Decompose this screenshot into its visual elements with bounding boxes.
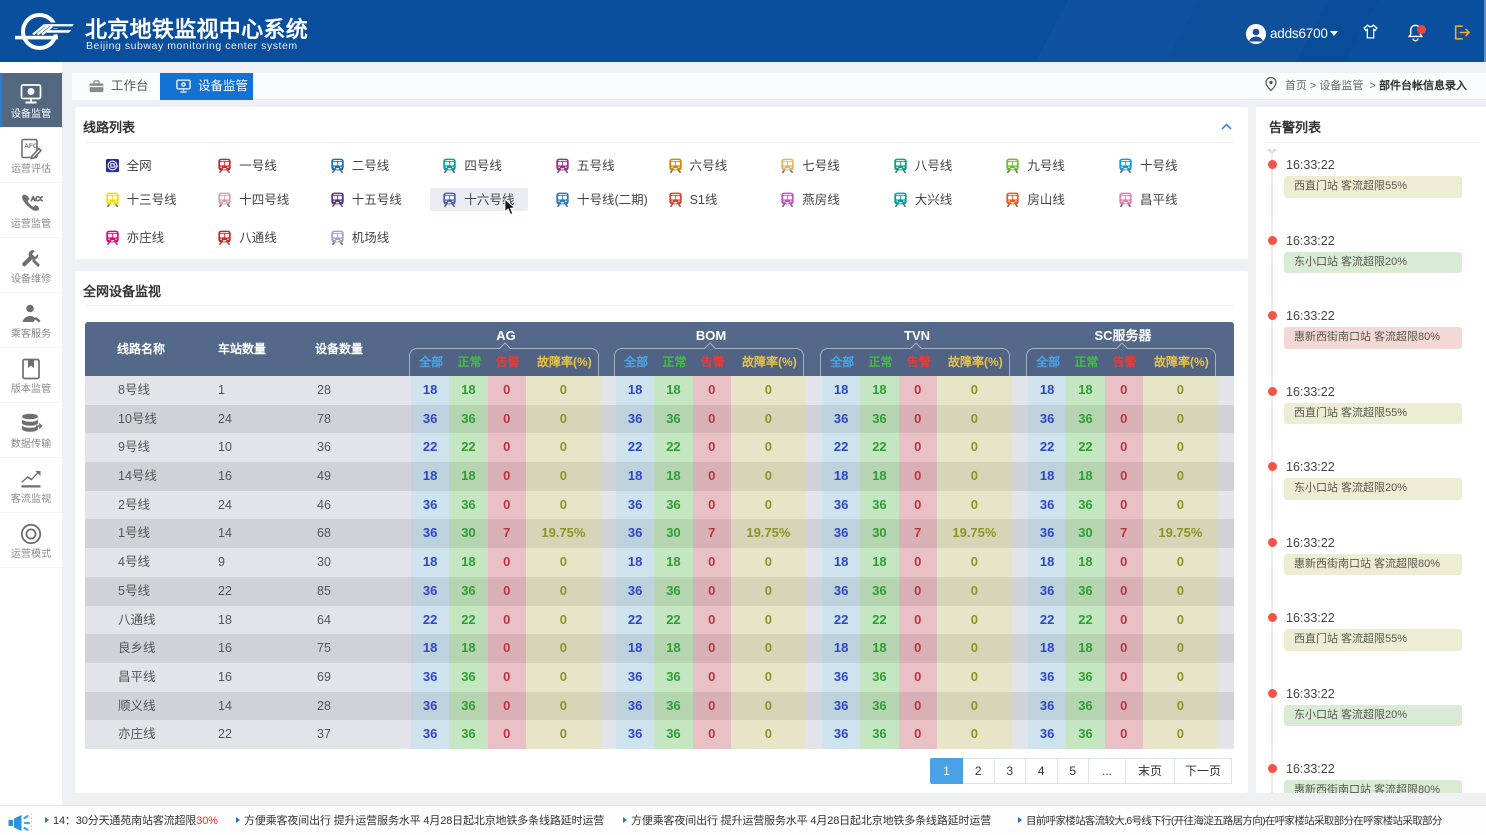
svg-text:AFC: AFC xyxy=(24,143,38,150)
svg-text:ACC: ACC xyxy=(31,196,43,203)
